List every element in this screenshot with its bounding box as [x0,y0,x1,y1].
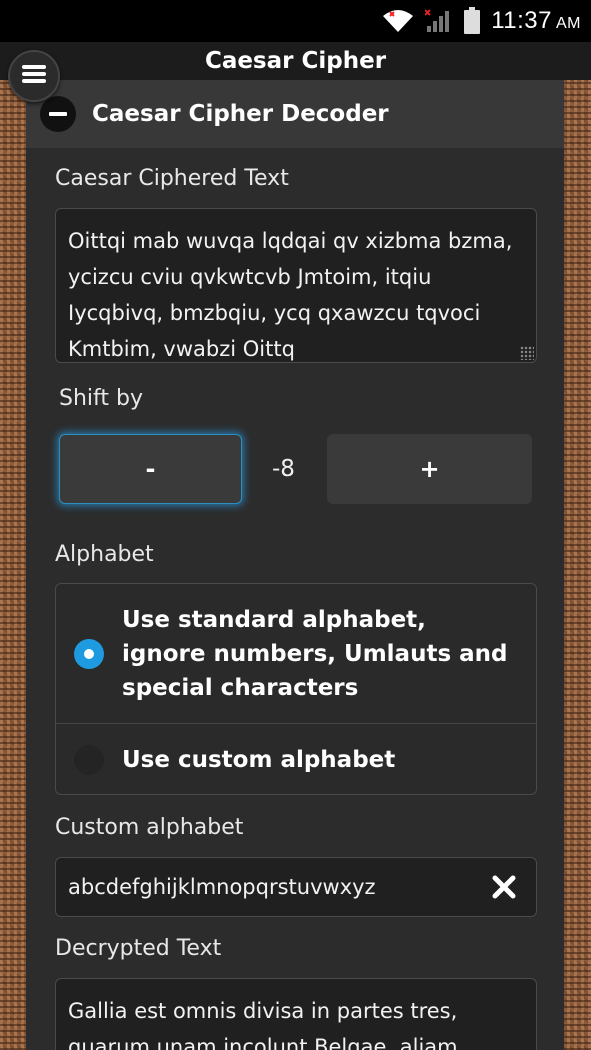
clear-icon[interactable] [490,873,518,901]
panel-title: Caesar Cipher Decoder [92,101,389,127]
ciphered-text-value: Oittqi mab wuvqa lqdqai qv xizbma bzma, … [68,229,513,361]
resize-grip-icon[interactable] [520,346,534,360]
decrypted-text-output[interactable]: Gallia est omnis divisa in partes tres, … [55,978,537,1050]
hamburger-icon [22,64,46,88]
alphabet-radio-group: Use standard alphabet, ignore numbers, U… [55,583,537,795]
app-title: Caesar Cipher [204,48,387,74]
radio-selected-icon[interactable] [74,639,104,669]
panel-header[interactable]: Caesar Cipher Decoder [26,80,564,148]
alphabet-label: Alphabet [55,542,154,567]
shift-label: Shift by [59,386,143,411]
decoder-panel: Caesar Cipher Decoder Caesar Ciphered Te… [26,80,564,1050]
app-header: Caesar Cipher [0,42,591,80]
shift-value: -8 [272,456,295,482]
radio-option-standard-label: Use standard alphabet, ignore numbers, U… [122,607,508,701]
decrypted-text-label: Decrypted Text [55,936,222,961]
signal-icon [425,8,453,34]
radio-option-standard[interactable]: Use standard alphabet, ignore numbers, U… [56,584,536,724]
decrypted-text-value: Gallia est omnis divisa in partes tres, … [68,999,458,1050]
clock: 11:37 AM [491,7,581,34]
shift-increment-button[interactable]: + [327,434,532,504]
custom-alphabet-label: Custom alphabet [55,815,244,840]
battery-icon [463,7,481,35]
custom-alphabet-input[interactable]: abcdefghijklmnopqrstuvwxyz [55,857,537,917]
shift-decrement-button[interactable]: - [59,434,242,504]
wifi-icon [381,8,415,34]
ciphered-text-label: Caesar Ciphered Text [55,166,289,191]
ciphered-text-input[interactable]: Oittqi mab wuvqa lqdqai qv xizbma bzma, … [55,208,537,363]
status-bar: 11:37 AM [0,0,591,42]
radio-option-custom-label: Use custom alphabet [122,747,396,773]
custom-alphabet-value: abcdefghijklmnopqrstuvwxyz [68,875,376,899]
collapse-icon[interactable] [40,96,76,132]
radio-option-custom[interactable]: Use custom alphabet [56,724,536,794]
menu-button[interactable] [8,50,60,102]
radio-unselected-icon[interactable] [74,745,104,775]
